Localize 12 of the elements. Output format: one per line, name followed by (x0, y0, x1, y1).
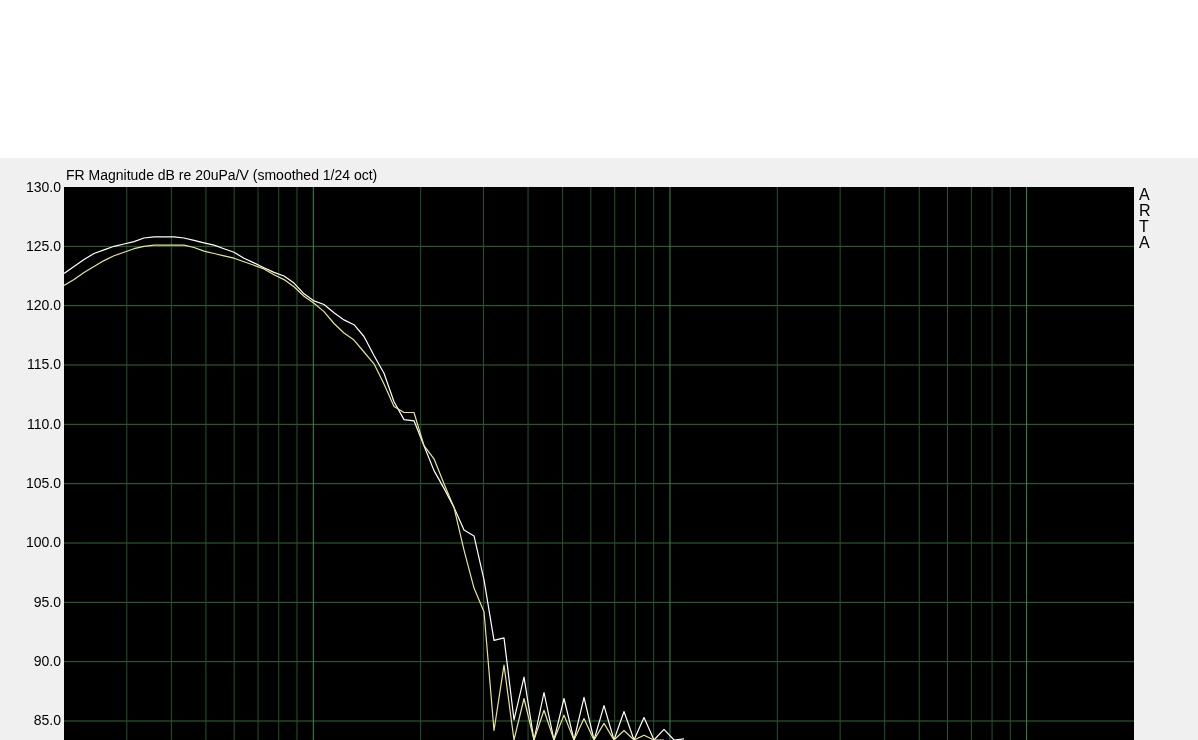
y-axis-label: 110.0 (27, 416, 61, 432)
y-axis-label: 115.0 (27, 357, 61, 373)
arta-label: ARTA (1139, 187, 1152, 251)
y-axis-label: 120.0 (25, 298, 61, 314)
y-axis-label: 125.0 (25, 238, 61, 254)
y-axis-label: 85.0 (33, 713, 61, 729)
y-axis-label: 95.0 (33, 594, 61, 610)
chart-title: FR Magnitude dB re 20uPa/V (smoothed 1/24 oct) (66, 167, 378, 183)
y-axis-label: 105.0 (25, 476, 61, 492)
y-axis-label: 100.0 (25, 535, 61, 551)
y-axis-label: 90.0 (33, 654, 61, 670)
y-axis-label: 130.0 (25, 179, 61, 195)
